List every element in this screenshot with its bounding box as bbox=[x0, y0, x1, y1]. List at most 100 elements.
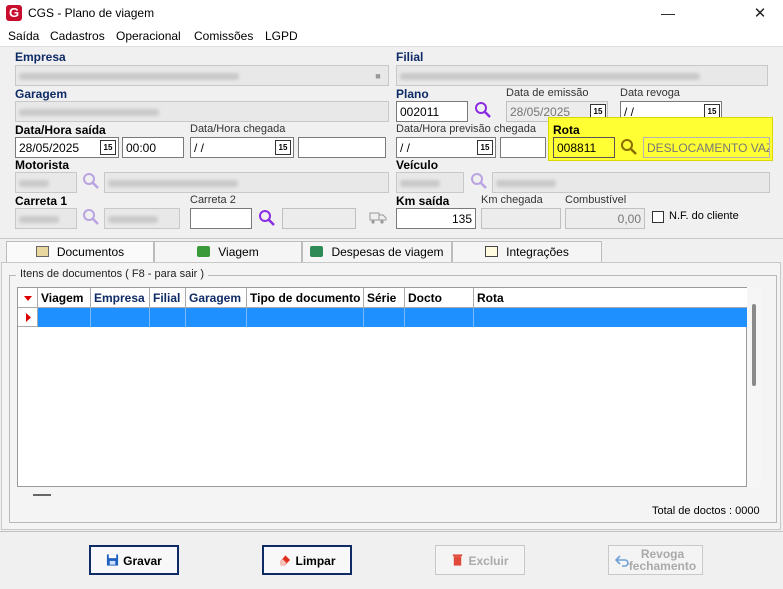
column-header-garagem[interactable]: Garagem bbox=[186, 288, 247, 308]
menu-saida[interactable]: Saída bbox=[8, 29, 39, 43]
menu-comissoes[interactable]: Comissões bbox=[194, 29, 253, 43]
plano-label: Plano bbox=[396, 87, 429, 101]
carreta1-label: Carreta 1 bbox=[15, 194, 68, 208]
data-revoga-label: Data revoga bbox=[620, 87, 680, 99]
column-header-empresa[interactable]: Empresa bbox=[91, 288, 150, 308]
motorista-label: Motorista bbox=[15, 158, 69, 172]
save-icon bbox=[107, 554, 119, 566]
previsao-chegada-label: Data/Hora previsão chegada bbox=[396, 123, 537, 135]
table-row-cell[interactable] bbox=[186, 308, 247, 327]
tab-integracoes[interactable]: Integrações bbox=[452, 241, 602, 262]
nf-cliente-label: N.F. do cliente bbox=[669, 210, 739, 222]
row-pointer-icon[interactable] bbox=[18, 308, 38, 327]
tab-documentos-label: Documentos bbox=[56, 245, 125, 259]
group-title: Itens de documentos ( F8 - para sair ) bbox=[16, 268, 209, 280]
excluir-label: Excluir bbox=[468, 554, 509, 568]
rota-label: Rota bbox=[553, 123, 580, 137]
empresa-label: Empresa bbox=[15, 50, 66, 64]
total-doctos: Total de doctos : 0000 bbox=[652, 505, 760, 517]
data-hora-chegada-label: Data/Hora chegada bbox=[190, 123, 286, 135]
carreta2-code-input[interactable] bbox=[190, 208, 252, 229]
minimize-button[interactable]: — bbox=[645, 0, 691, 27]
combustivel-label: Combustível bbox=[565, 194, 627, 206]
rota-search-icon[interactable] bbox=[620, 138, 638, 159]
column-header-serie[interactable]: Série bbox=[364, 288, 405, 308]
eraser-icon bbox=[280, 555, 291, 566]
nf-cliente-checkbox[interactable] bbox=[652, 211, 664, 223]
carreta2-desc-field bbox=[282, 208, 356, 229]
tab-viagem-label: Viagem bbox=[218, 245, 259, 259]
data-emissao-label: Data de emissão bbox=[506, 87, 589, 99]
truck-icon[interactable] bbox=[369, 211, 387, 228]
revoga-fechamento-button[interactable]: Revoga fechamento bbox=[608, 545, 703, 575]
close-icon: ✕ bbox=[753, 5, 767, 22]
tab-despesas-label: Despesas de viagem bbox=[331, 245, 444, 259]
calendar-icon[interactable]: 15 bbox=[477, 140, 493, 155]
gravar-label: Gravar bbox=[123, 554, 162, 568]
garagem-field[interactable] bbox=[15, 101, 389, 122]
table-row-cell[interactable] bbox=[474, 308, 747, 327]
money-icon bbox=[197, 246, 211, 257]
tab-viagem[interactable]: Viagem bbox=[154, 241, 302, 262]
veiculo-code-field[interactable] bbox=[396, 172, 464, 193]
motorista-code-field[interactable] bbox=[15, 172, 77, 193]
carreta2-search-icon[interactable] bbox=[258, 209, 276, 230]
gravar-button[interactable]: Gravar bbox=[89, 545, 179, 575]
column-header-docto[interactable]: Docto bbox=[405, 288, 474, 308]
filial-field[interactable] bbox=[396, 65, 768, 86]
table-row-cell[interactable] bbox=[247, 308, 364, 327]
table-row-cell[interactable] bbox=[38, 308, 91, 327]
menu-operacional[interactable]: Operacional bbox=[116, 29, 181, 43]
empresa-lookup-icon[interactable]: ■ bbox=[371, 69, 385, 83]
limpar-button[interactable]: Limpar bbox=[262, 545, 352, 575]
tab-despesas[interactable]: Despesas de viagem bbox=[302, 241, 452, 262]
rota-description-field: DESLOCAMENTO VAZIO bbox=[643, 137, 770, 158]
column-header-tipo-documento[interactable]: Tipo de documento bbox=[247, 288, 364, 308]
scrollbar-thumb[interactable] bbox=[752, 304, 756, 386]
menu-lgpd[interactable]: LGPD bbox=[265, 29, 298, 43]
calendar-icon[interactable]: 15 bbox=[100, 140, 116, 155]
carreta1-desc-field bbox=[104, 208, 180, 229]
data-hora-saida-label: Data/Hora saída bbox=[15, 123, 106, 137]
hora-chegada-input[interactable] bbox=[298, 137, 386, 158]
table-row-cell[interactable] bbox=[405, 308, 474, 327]
motorista-search-icon[interactable] bbox=[82, 172, 100, 193]
excluir-button[interactable]: Excluir bbox=[435, 545, 525, 575]
column-header-filial[interactable]: Filial bbox=[150, 288, 186, 308]
veiculo-search-icon[interactable] bbox=[470, 172, 488, 193]
trash-icon bbox=[453, 554, 463, 566]
menu-cadastros[interactable]: Cadastros bbox=[50, 29, 105, 43]
carreta1-search-icon[interactable] bbox=[82, 208, 100, 229]
table-row-cell[interactable] bbox=[91, 308, 150, 327]
km-saida-label: Km saída bbox=[396, 194, 450, 208]
rota-code-input[interactable]: 008811 bbox=[553, 137, 615, 158]
app-logo-icon: G bbox=[6, 5, 22, 21]
window-title: CGS - Plano de viagem bbox=[28, 6, 155, 20]
previsao-hora-input[interactable] bbox=[500, 137, 546, 158]
carreta2-label: Carreta 2 bbox=[190, 194, 236, 206]
combustivel-field: 0,00 bbox=[565, 208, 645, 229]
close-window-button[interactable]: ✕ bbox=[737, 0, 783, 27]
column-header-viagem[interactable]: Viagem bbox=[38, 288, 91, 308]
tab-documentos[interactable]: Documentos bbox=[6, 241, 154, 263]
revoga-label-line2: fechamento bbox=[628, 559, 697, 573]
km-chegada-label: Km chegada bbox=[481, 194, 543, 206]
plano-search-icon[interactable] bbox=[474, 101, 492, 122]
calendar-icon[interactable]: 15 bbox=[275, 140, 291, 155]
motorista-name-field bbox=[104, 172, 389, 193]
table-row-cell[interactable] bbox=[364, 308, 405, 327]
horizontal-scroll-indicator[interactable] bbox=[33, 494, 51, 496]
minimize-icon: — bbox=[661, 5, 675, 21]
sort-arrow-icon[interactable] bbox=[18, 288, 38, 308]
veiculo-label: Veículo bbox=[396, 158, 439, 172]
table-row-cell[interactable] bbox=[150, 308, 186, 327]
integration-icon bbox=[485, 246, 499, 257]
carreta1-code-field[interactable] bbox=[15, 208, 77, 229]
documents-icon bbox=[35, 246, 49, 257]
plano-input[interactable]: 002011 bbox=[396, 101, 468, 122]
empresa-field[interactable] bbox=[15, 65, 389, 86]
km-saida-input[interactable]: 135 bbox=[396, 208, 476, 229]
undo-icon bbox=[615, 555, 629, 567]
column-header-rota[interactable]: Rota bbox=[474, 288, 747, 308]
hora-saida-input[interactable]: 00:00 bbox=[122, 137, 184, 158]
